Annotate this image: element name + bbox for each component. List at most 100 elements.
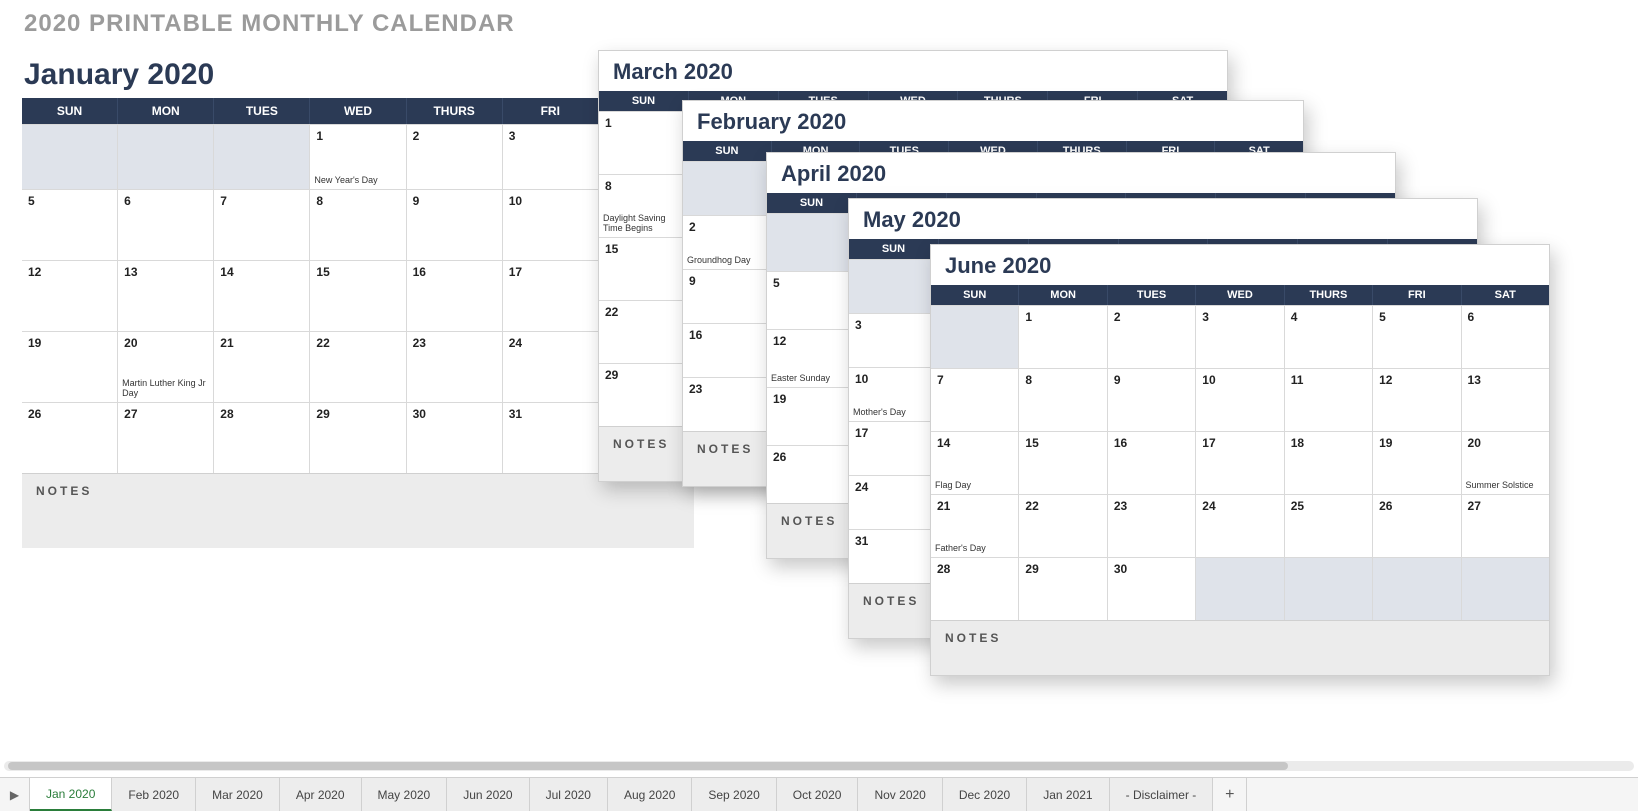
calendar-cell [931, 306, 1019, 368]
sheet-tab[interactable]: Mar 2020 [196, 778, 280, 811]
calendar-cell: 21Father's Day [931, 495, 1019, 557]
day-number: 16 [413, 265, 496, 279]
day-number: 5 [28, 194, 111, 208]
calendar-row: 21Father's Day222324252627 [931, 494, 1549, 557]
calendar-cell [1462, 558, 1549, 620]
page-title: 2020 PRINTABLE MONTHLY CALENDAR [24, 10, 515, 38]
calendar-cell: 6 [1462, 306, 1549, 368]
calendar-cell: 16 [407, 261, 503, 331]
day-number: 29 [605, 368, 682, 382]
calendar-cell: 24 [503, 332, 599, 402]
sheet-tab[interactable]: Jun 2020 [447, 778, 529, 811]
day-number: 29 [316, 407, 399, 421]
calendar-row: 262728293031 [22, 402, 694, 473]
play-icon: ▶ [10, 788, 19, 802]
tab-nav-button[interactable]: ▶ [0, 778, 30, 811]
calendar-january: January 2020 SUNMONTUESWEDTHURSFRISAT 1N… [22, 50, 694, 548]
sheet-tab[interactable]: Nov 2020 [858, 778, 942, 811]
calendar-cell: 17 [503, 261, 599, 331]
calendar-cell [1196, 558, 1284, 620]
day-number: 23 [689, 382, 765, 396]
day-number: 6 [1468, 310, 1543, 324]
day-number: 10 [855, 372, 932, 386]
weekday-label: WED [310, 98, 406, 124]
calendar-cell: 17 [1196, 432, 1284, 494]
calendar-cell: 4 [1285, 306, 1373, 368]
day-number: 8 [1025, 373, 1100, 387]
calendar-cell [849, 260, 939, 313]
sheet-tab[interactable]: Sep 2020 [692, 778, 776, 811]
day-note: Father's Day [935, 544, 1014, 554]
weekday-label: MON [1019, 285, 1107, 305]
calendar-cell: 12Easter Sunday [767, 330, 857, 387]
sheet-tab[interactable]: Dec 2020 [943, 778, 1027, 811]
day-number: 30 [413, 407, 496, 421]
calendar-cell: 16 [1108, 432, 1196, 494]
day-number: 21 [220, 336, 303, 350]
calendar-row: 1New Year's Day234 [22, 124, 694, 189]
sheet-tab[interactable]: May 2020 [362, 778, 448, 811]
month-title: April 2020 [781, 161, 1381, 187]
day-number: 11 [1291, 373, 1366, 387]
calendar-row: 123456 [931, 305, 1549, 368]
day-number: 5 [773, 276, 850, 290]
calendar-row: 1920Martin Luther King Jr Day2122232425 [22, 331, 694, 402]
calendar-cell: 9 [683, 270, 772, 323]
day-number: 5 [1379, 310, 1454, 324]
day-number: 26 [28, 407, 111, 421]
sheet-tab[interactable]: Oct 2020 [777, 778, 859, 811]
day-number: 15 [605, 242, 682, 256]
scrollbar-thumb[interactable] [8, 762, 1288, 770]
calendar-cell [214, 125, 310, 189]
sheet-tab[interactable]: Apr 2020 [280, 778, 362, 811]
day-number: 26 [1379, 499, 1454, 513]
calendar-cell: 2 [407, 125, 503, 189]
calendar-cell: 5 [22, 190, 118, 260]
calendar-cell: 26 [22, 403, 118, 473]
calendar-grid: 1234567891011121314Flag Day151617181920S… [931, 305, 1549, 620]
day-number: 14 [220, 265, 303, 279]
sheet-tab[interactable]: Jul 2020 [530, 778, 608, 811]
day-number: 24 [1202, 499, 1277, 513]
calendar-cell: 31 [849, 530, 939, 583]
day-number: 13 [124, 265, 207, 279]
calendar-cell: 28 [214, 403, 310, 473]
calendar-row: 282930 [931, 557, 1549, 620]
sheet-tab[interactable]: Feb 2020 [112, 778, 196, 811]
sheet-tab[interactable]: - Disclaimer - [1110, 778, 1214, 811]
day-number: 12 [1379, 373, 1454, 387]
calendar-cell: 9 [1108, 369, 1196, 431]
day-number: 15 [316, 265, 399, 279]
day-number: 19 [28, 336, 111, 350]
calendar-cell: 30 [407, 403, 503, 473]
weekday-header: SUNMONTUESWEDTHURSFRISAT [22, 98, 694, 124]
calendar-cell: 24 [1196, 495, 1284, 557]
day-note: Groundhog Day [687, 256, 767, 266]
calendar-cell: 8 [310, 190, 406, 260]
calendar-cell: 22 [599, 301, 689, 363]
add-sheet-button[interactable]: + [1213, 778, 1247, 811]
horizontal-scrollbar[interactable] [4, 761, 1634, 771]
day-number: 16 [689, 328, 765, 342]
day-number: 1 [1025, 310, 1100, 324]
day-number: 2 [413, 129, 496, 143]
calendar-cell: 29 [599, 364, 689, 426]
day-number: 25 [1291, 499, 1366, 513]
calendar-cell: 2 [1108, 306, 1196, 368]
calendar-grid: 1New Year's Day2345678910111213141516171… [22, 124, 694, 473]
day-number: 20 [124, 336, 207, 350]
calendar-row: 14Flag Day151617181920Summer Solstice [931, 431, 1549, 494]
day-number: 10 [509, 194, 592, 208]
calendar-cell: 3 [503, 125, 599, 189]
day-number: 28 [220, 407, 303, 421]
day-number: 22 [605, 305, 682, 319]
sheet-tab[interactable]: Jan 2021 [1027, 778, 1109, 811]
calendar-cell: 16 [683, 324, 772, 377]
calendar-cell: 20Summer Solstice [1462, 432, 1549, 494]
calendar-cell: 5 [1373, 306, 1461, 368]
day-number: 19 [1379, 436, 1454, 450]
calendar-cell: 31 [503, 403, 599, 473]
day-number: 1 [605, 116, 682, 130]
sheet-tab[interactable]: Aug 2020 [608, 778, 692, 811]
sheet-tab[interactable]: Jan 2020 [30, 778, 112, 811]
